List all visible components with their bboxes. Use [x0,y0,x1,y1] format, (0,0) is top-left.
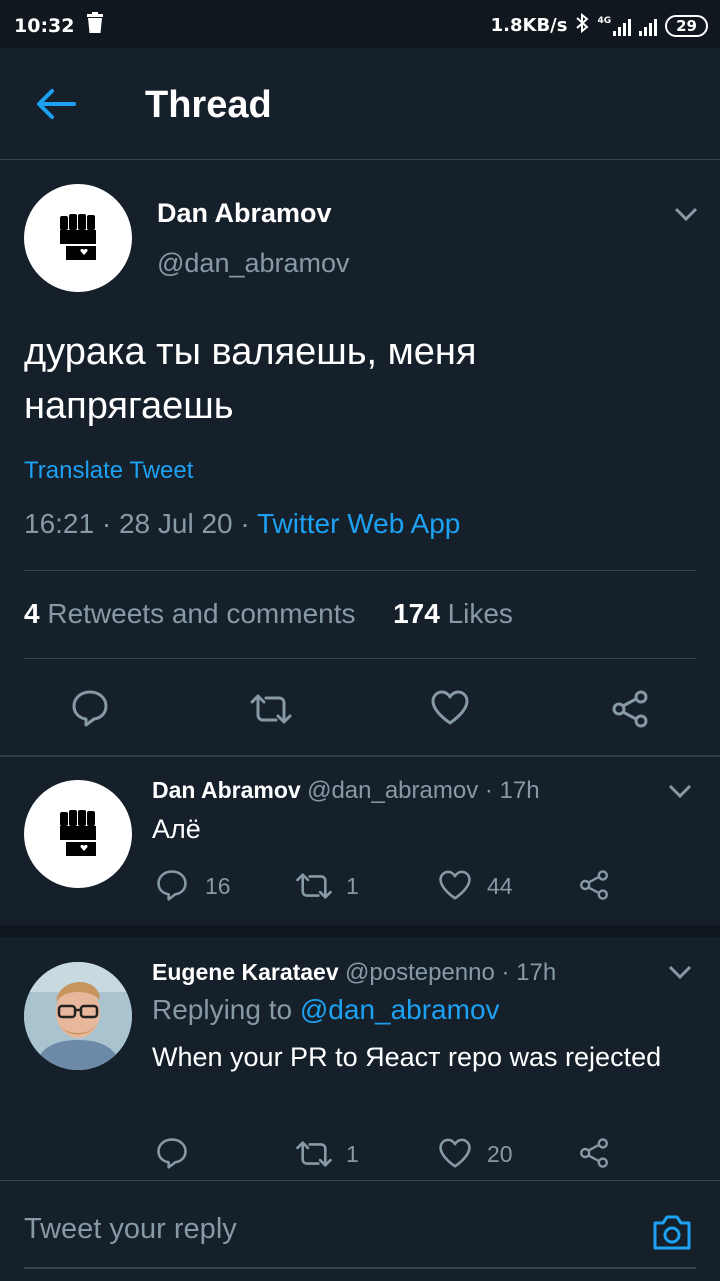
reply-author-name: Eugene Karataev [152,959,339,985]
reply-tweet[interactable]: Dan Abramov @dan_abramov · 17h Алё 16 1 … [0,757,720,925]
reply-time: 17h [499,777,540,804]
tweet-reply-input[interactable]: Tweet your reply [24,1213,237,1246]
input-underline [24,1267,696,1269]
tweet-time: 16:21 [24,508,95,539]
replying-to-handle-link[interactable]: @dan_abramov [300,994,500,1025]
retweets-stat[interactable]: 4 Retweets and comments [24,598,356,629]
section-divider [0,925,720,937]
divider [24,570,696,571]
reply-icon[interactable] [156,869,188,906]
tweet-stats: 4 Retweets and comments 174 Likes [24,598,513,630]
user-photo-avatar [24,962,132,1070]
tweet-text: дурака ты валяешь, меня напрягаешь [24,331,477,427]
heart-icon[interactable] [438,1138,472,1174]
share-icon[interactable] [578,869,610,906]
retweet-icon[interactable] [248,692,294,731]
chevron-down-icon[interactable] [673,206,699,222]
like-count: 20 [487,1141,513,1167]
reply-header: Eugene Karataev @postepenno · 17h [152,959,557,986]
author-name[interactable]: Dan Abramov [157,198,332,229]
fist-logo-icon [60,810,96,856]
chevron-down-icon[interactable] [667,964,693,980]
retweet-count: 1 [346,1141,359,1167]
chevron-down-icon[interactable] [667,783,693,799]
signal-4g-icon: 4G [597,16,632,36]
back-arrow-icon[interactable] [34,86,78,122]
reply-header: Dan Abramov @dan_abramov · 17h [152,777,540,804]
camera-icon[interactable] [651,1212,693,1252]
reply-author-handle: @postepenno [345,959,495,986]
replying-to: Replying to @dan_abramov [152,994,500,1025]
retweet-count: 1 [346,873,359,899]
reply-time: 17h [516,959,557,986]
bluetooth-icon [575,12,590,39]
header: Thread [0,48,720,160]
reply-text: Алё [152,814,201,844]
heart-icon[interactable] [438,870,472,906]
retweet-icon[interactable] [294,1139,334,1174]
avatar[interactable] [24,780,132,888]
reply-composer: Tweet your reply [0,1180,720,1281]
reply-author-handle: @dan_abramov [307,777,479,804]
reply-tweet[interactable]: Eugene Karataev @postepenno · 17h Replyi… [0,937,720,1180]
trash-icon [86,12,104,39]
share-icon[interactable] [610,689,650,734]
reply-icon[interactable] [156,1137,188,1174]
tweet-date: 28 Jul 20 [118,508,233,539]
battery-indicator: 29 [665,14,708,37]
network-speed: 1.8KB/s [490,15,568,36]
avatar[interactable] [24,184,132,292]
author-handle[interactable]: @dan_abramov [157,248,350,279]
page-title: Thread [145,84,272,126]
share-icon[interactable] [578,1137,610,1174]
tweet-source-link[interactable]: Twitter Web App [257,508,460,539]
like-count: 44 [487,873,513,899]
avatar[interactable] [24,962,132,1070]
signal-icon [639,16,658,36]
reply-icon[interactable] [71,689,109,732]
retweet-icon[interactable] [294,871,334,906]
reply-count: 16 [205,873,231,899]
tweet-actions [0,684,720,734]
reply-author-name: Dan Abramov [152,777,301,803]
fist-logo-icon [60,214,96,260]
heart-icon[interactable] [430,690,470,731]
tweet-meta: 16:21 · 28 Jul 20 · Twitter Web App [24,508,461,539]
status-bar: 10:32 1.8KB/s 4G 29 [0,0,720,48]
divider [24,658,696,659]
reply-text: When your PR to Яеаст repo was rejected [152,1042,662,1072]
status-time: 10:32 [14,14,75,37]
likes-stat[interactable]: 174 Likes [393,598,513,629]
translate-tweet-link[interactable]: Translate Tweet [24,457,193,485]
